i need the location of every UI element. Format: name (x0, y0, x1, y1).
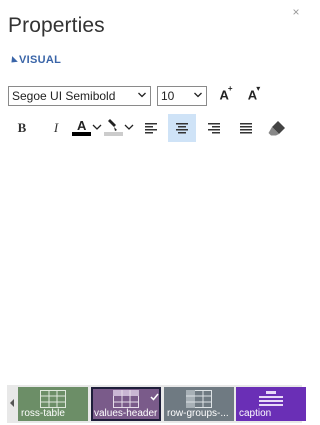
align-left-button[interactable] (139, 114, 163, 142)
align-right-icon (208, 122, 220, 133)
highlight-color-button[interactable] (102, 114, 136, 142)
font-color-glyph: A (77, 118, 87, 133)
italic-label: I (53, 120, 59, 135)
font-family-value: Segoe UI Semibold (12, 89, 116, 103)
section-visual-toggle[interactable]: VISUAL (8, 54, 62, 66)
align-right-button[interactable] (203, 114, 225, 142)
font-size-select[interactable]: 10 (157, 86, 207, 106)
style-card-cross-table[interactable]: ross-table (18, 387, 88, 421)
carousel-left-arrow-icon[interactable] (10, 399, 14, 407)
decrease-font-size-button[interactable]: A▾ (244, 84, 264, 105)
bold-button[interactable]: B (13, 114, 31, 142)
highlighter-icon (104, 119, 134, 136)
font-color-button[interactable]: A (70, 114, 104, 142)
font-size-value: 10 (161, 89, 175, 103)
style-card-label: row-groups-... (167, 408, 229, 419)
checkmark-icon (150, 388, 159, 406)
style-card-caption[interactable]: caption (236, 387, 306, 421)
align-left-icon (145, 122, 157, 133)
align-center-button[interactable] (168, 114, 196, 142)
minus-icon: ▾ (256, 84, 261, 93)
section-visual-label: VISUAL (19, 54, 62, 66)
increase-font-size-button[interactable]: A+ (216, 84, 236, 105)
page-title: Properties (8, 14, 105, 37)
font-color-icon: A (72, 118, 102, 136)
style-carousel: ross-table values-header row-groups-... (7, 385, 306, 423)
align-justify-icon (240, 122, 252, 133)
bold-label: B (17, 120, 27, 135)
style-card-row-groups[interactable]: row-groups-... (164, 387, 234, 421)
close-button[interactable]: × (290, 6, 302, 18)
align-center-icon (176, 122, 188, 133)
style-card-label: caption (239, 408, 272, 419)
style-card-label: values-header (94, 408, 158, 419)
collapse-triangle-icon (8, 56, 18, 66)
eraser-icon (268, 121, 285, 136)
plus-icon: + (227, 84, 233, 93)
italic-button[interactable]: I (47, 114, 65, 142)
style-card-label: ross-table (21, 408, 65, 419)
clear-formatting-button[interactable] (265, 114, 289, 142)
chevron-down-icon (138, 91, 146, 99)
chevron-down-icon (194, 91, 202, 99)
align-justify-button[interactable] (234, 114, 258, 142)
font-family-select[interactable]: Segoe UI Semibold (8, 86, 151, 106)
style-card-values-header[interactable]: values-header (91, 387, 161, 421)
